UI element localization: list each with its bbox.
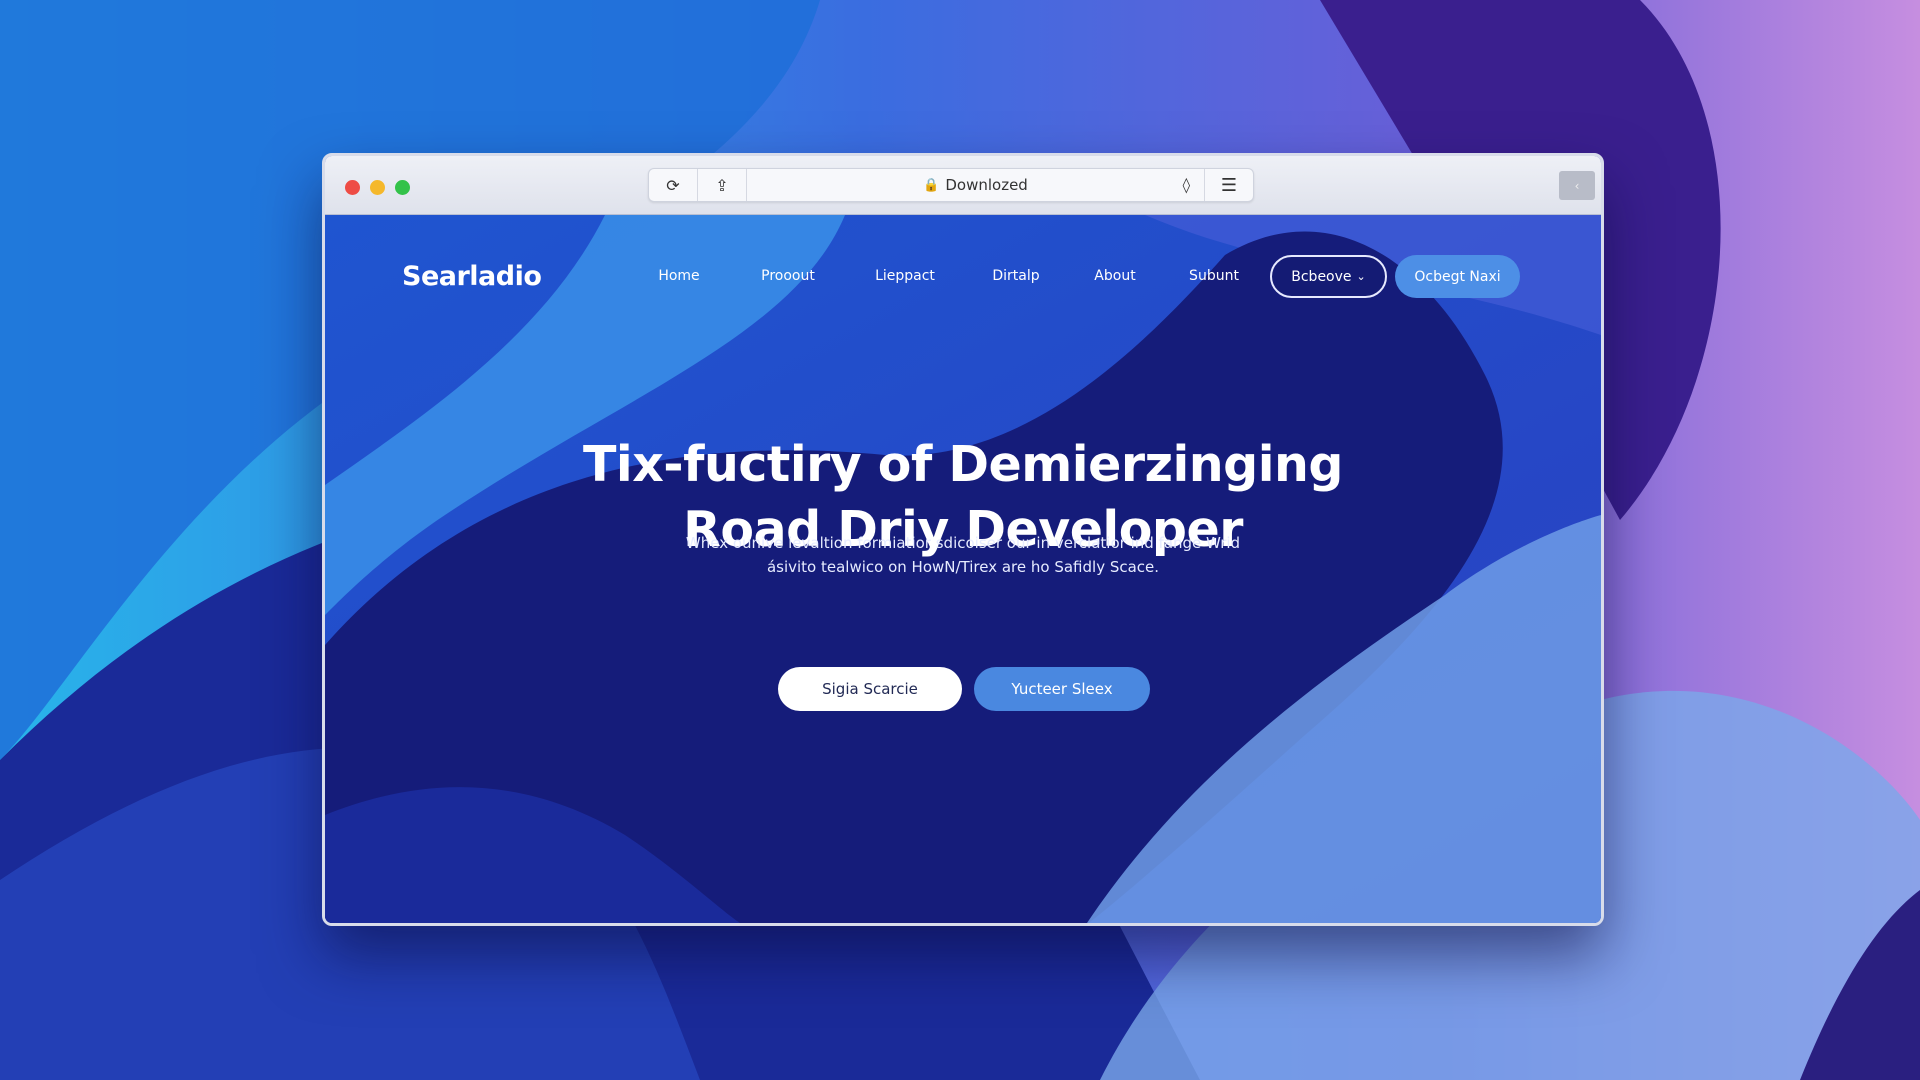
- minimize-button[interactable]: [370, 180, 385, 195]
- secondary-cta-button[interactable]: Yucteer Sleex: [974, 667, 1150, 711]
- sidebar-button[interactable]: ‹: [1559, 171, 1595, 200]
- maximize-button[interactable]: [395, 180, 410, 195]
- share-icon: ⇪: [715, 175, 729, 195]
- nav-impact[interactable]: Lieppact: [875, 268, 935, 284]
- menu-icon: ☰: [1220, 174, 1238, 196]
- nav-details[interactable]: Dirtalp: [992, 268, 1039, 284]
- hero-paragraph-line1: Whex ounive ievaltion formiatior sdicois…: [685, 534, 1241, 552]
- hero-paragraph-line2: ásivito tealwico on HowN/Tirex are ho Sa…: [766, 558, 1160, 576]
- lock-icon: 🔒: [923, 177, 940, 193]
- address-bar[interactable]: 🔒 Downlozed ◊: [747, 169, 1205, 201]
- browser-toolbar: ⟳ ⇪ 🔒 Downlozed ◊ ☰: [648, 168, 1254, 202]
- menu-button[interactable]: ☰: [1205, 169, 1253, 201]
- shield-icon[interactable]: ◊: [1183, 176, 1190, 194]
- dropdown-button[interactable]: Bcbeove ⌄: [1270, 255, 1387, 298]
- nav-submit[interactable]: Subunt: [1189, 268, 1239, 284]
- reload-button[interactable]: ⟳: [649, 169, 698, 201]
- primary-cta-button[interactable]: Sigia Scarcie: [778, 667, 962, 711]
- sidebar-icon: ‹: [1574, 178, 1580, 193]
- browser-window: ⟳ ⇪ 🔒 Downlozed ◊ ☰ ‹ Searladio Home Pro…: [322, 153, 1604, 926]
- nav-about[interactable]: About: [1094, 268, 1135, 284]
- browser-titlebar: ⟳ ⇪ 🔒 Downlozed ◊ ☰ ‹: [325, 156, 1601, 215]
- chevron-down-icon: ⌄: [1356, 270, 1366, 283]
- hero-headline-line1: Tix-fuctiry of Demierzinging: [582, 436, 1344, 493]
- nav-cta-button[interactable]: Ocbegt Naxi: [1395, 255, 1520, 298]
- close-button[interactable]: [345, 180, 360, 195]
- nav-home[interactable]: Home: [658, 268, 699, 284]
- site-logo[interactable]: Searladio: [402, 261, 542, 292]
- url-text: Downlozed: [945, 176, 1028, 194]
- share-button[interactable]: ⇪: [698, 169, 747, 201]
- dropdown-label: Bcbeove: [1291, 268, 1352, 285]
- reload-icon: ⟳: [666, 175, 680, 195]
- nav-product[interactable]: Prooout: [761, 268, 815, 284]
- web-page: Searladio Home Prooout Lieppact Dirtalp …: [325, 215, 1601, 923]
